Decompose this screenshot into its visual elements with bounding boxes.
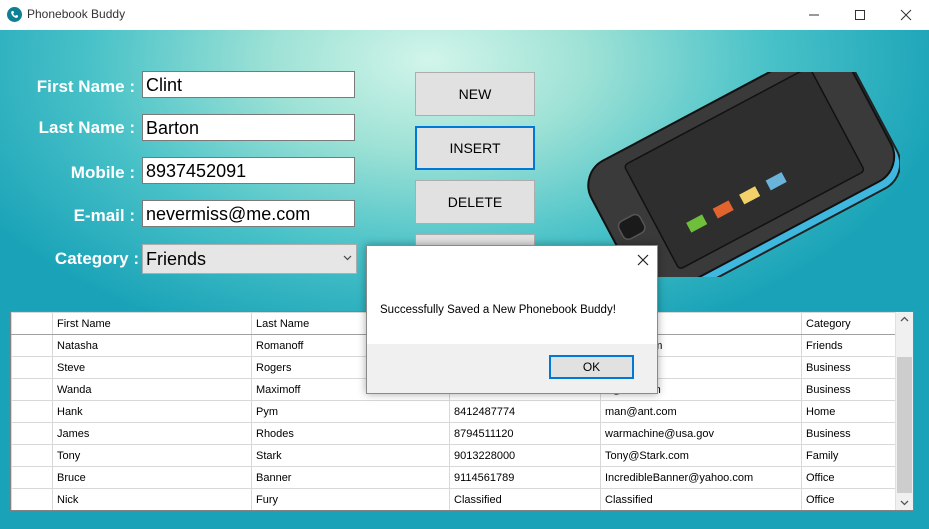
table-cell[interactable]: Classified — [600, 488, 802, 510]
vertical-scrollbar[interactable] — [895, 312, 913, 510]
window-bottom-strip — [0, 511, 929, 529]
table-cell[interactable]: Tony — [52, 444, 252, 467]
table-cell[interactable]: 8794511120 — [449, 422, 601, 445]
table-row[interactable]: Bruce Banner 9114561789 IncredibleBanner@ya… — [11, 466, 902, 489]
ok-button[interactable]: OK — [549, 355, 634, 379]
table-cell[interactable]: Hank — [52, 400, 252, 423]
table-cell[interactable]: man@ant.com — [600, 400, 802, 423]
scroll-down-icon[interactable] — [900, 500, 909, 506]
close-button[interactable] — [883, 0, 929, 30]
table-cell[interactable]: Pym — [251, 400, 450, 423]
mobile-label: Mobile : — [70, 163, 135, 182]
minimize-button[interactable] — [791, 0, 837, 30]
table-cell[interactable]: warmachine@usa.gov — [600, 422, 802, 445]
table-cell[interactable]: Wanda — [52, 378, 252, 401]
dialog-message: Successfully Saved a New Phonebook Buddy… — [380, 304, 616, 316]
maximize-icon — [855, 10, 865, 20]
scrollbar-thumb[interactable] — [897, 357, 912, 493]
table-cell[interactable]: Banner — [251, 466, 450, 489]
table-cell[interactable]: Friends — [801, 334, 902, 357]
table-cell[interactable]: 9114561789 — [449, 466, 601, 489]
table-cell[interactable]: IncredibleBanner@yahoo.com — [600, 466, 802, 489]
table-cell[interactable]: Fury — [251, 488, 450, 510]
close-icon — [900, 9, 912, 21]
table-cell[interactable]: Home — [801, 400, 902, 423]
table-cell[interactable]: Business — [801, 422, 902, 445]
delete-button[interactable]: DELETE — [415, 180, 535, 224]
first-name-field[interactable]: Clint — [142, 71, 355, 98]
email-field[interactable]: nevermiss@me.com — [142, 200, 355, 227]
row-header[interactable] — [11, 378, 53, 401]
column-header-category[interactable]: Category — [801, 312, 902, 335]
column-header-first-name[interactable]: First Name — [52, 312, 252, 335]
first-name-label: First Name : — [36, 77, 135, 96]
category-label: Category : — [54, 249, 139, 268]
table-cell[interactable]: Business — [801, 356, 902, 379]
table-cell[interactable]: Nick — [52, 488, 252, 510]
new-button[interactable]: NEW — [415, 72, 535, 116]
table-cell[interactable]: Office — [801, 488, 902, 510]
table-row[interactable]: Nick Fury Classified Classified Office — [11, 488, 902, 510]
chevron-down-icon — [343, 255, 352, 261]
phone-icon — [7, 7, 22, 22]
close-icon[interactable] — [637, 254, 649, 266]
row-header[interactable] — [11, 356, 53, 379]
table-cell[interactable]: Bruce — [52, 466, 252, 489]
table-cell[interactable]: Business — [801, 378, 902, 401]
table-cell[interactable]: Tony@Stark.com — [600, 444, 802, 467]
table-cell[interactable]: Steve — [52, 356, 252, 379]
scroll-up-icon[interactable] — [900, 316, 909, 322]
row-header[interactable] — [11, 422, 53, 445]
last-name-field[interactable]: Barton — [142, 114, 355, 141]
category-select-value: Friends — [146, 249, 207, 269]
row-header[interactable] — [11, 444, 53, 467]
table-cell[interactable]: Stark — [251, 444, 450, 467]
title-bar: Phonebook Buddy — [0, 0, 929, 30]
table-cell[interactable]: 9013228000 — [449, 444, 601, 467]
table-row[interactable]: James Rhodes 8794511120 warmachine@usa.gov B… — [11, 422, 902, 445]
email-label: E-mail : — [73, 206, 135, 225]
table-cell[interactable]: Family — [801, 444, 902, 467]
table-cell[interactable]: 8412487774 — [449, 400, 601, 423]
table-cell[interactable]: Office — [801, 466, 902, 489]
table-cell[interactable]: Natasha — [52, 334, 252, 357]
insert-button[interactable]: INSERT — [415, 126, 535, 170]
row-header[interactable] — [11, 466, 53, 489]
dialog-footer: OK — [367, 344, 657, 393]
category-select[interactable]: Friends — [142, 244, 357, 274]
row-header[interactable] — [11, 400, 53, 423]
row-header[interactable] — [11, 488, 53, 510]
minimize-icon — [809, 14, 819, 16]
last-name-label: Last Name : — [38, 118, 135, 137]
table-cell[interactable]: Classified — [449, 488, 601, 510]
row-header-corner — [11, 312, 53, 335]
table-row[interactable]: Hank Pym 8412487774 man@ant.com Home — [11, 400, 902, 423]
table-cell[interactable]: James — [52, 422, 252, 445]
mobile-field[interactable]: 8937452091 — [142, 157, 355, 184]
maximize-button[interactable] — [837, 0, 883, 30]
table-cell[interactable]: Rhodes — [251, 422, 450, 445]
message-dialog: Successfully Saved a New Phonebook Buddy… — [366, 245, 658, 394]
window-title: Phonebook Buddy — [27, 7, 126, 21]
row-header[interactable] — [11, 334, 53, 357]
table-row[interactable]: Tony Stark 9013228000 Tony@Stark.com Family — [11, 444, 902, 467]
